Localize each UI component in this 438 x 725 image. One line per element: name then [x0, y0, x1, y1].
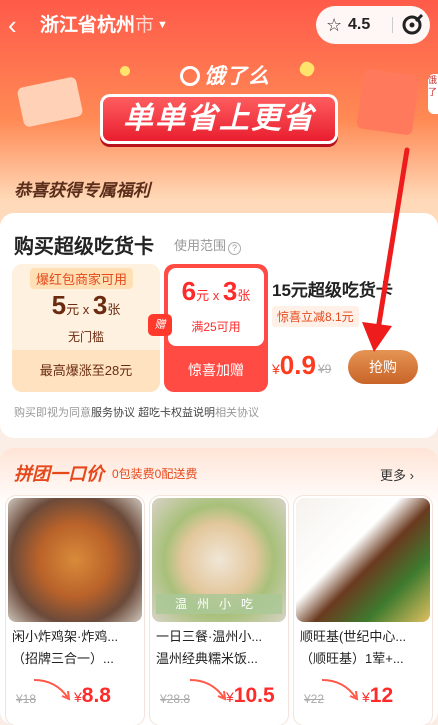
usage-range-link[interactable]: 使用范围? [174, 235, 242, 255]
mini-program-capsule: ☆ 4.5 [316, 6, 430, 44]
card-rights-link[interactable]: 超吃卡权益说明 [138, 407, 215, 419]
city-name: 浙江省杭州 [40, 15, 136, 36]
eleme-logo: 饿了么 [180, 60, 270, 90]
chevron-down-icon: ▼ [157, 19, 168, 31]
current-price: ¥0.9 [272, 350, 316, 380]
agreement-text: 购买即视为同意服务协议 超吃卡权益说明相关协议 [14, 407, 260, 419]
logo-text: 饿了么 [204, 65, 270, 88]
help-icon: ? [228, 242, 242, 255]
capsule-divider [392, 17, 393, 33]
group-deal-subtitle: 0包装费0配送费 [112, 467, 198, 481]
deal-name: 闲小炸鸡架·炸鸡... [12, 629, 119, 644]
side-float-tab[interactable]: 饿了 [428, 74, 438, 114]
price-drop-icon [33, 679, 71, 701]
price-drop-icon [321, 679, 359, 701]
coupon-pack: 爆红包商家可用 5元 x 3张 无门槛 最高爆涨至28元 赠 6元 x 3张 满… [12, 264, 268, 392]
food-image: 温州小吃 [152, 498, 286, 622]
deal-old-price: ¥28.8 [160, 692, 191, 706]
rating-value: 4.5 [348, 16, 371, 33]
confetti-decoration [118, 64, 132, 78]
gift-box-decoration [16, 76, 84, 128]
star-icon[interactable]: ☆ [326, 15, 342, 35]
coupon-bonus-body: 6元 x 3张 满25可用 [168, 268, 264, 346]
top-bar: ‹ 浙江省杭州市 ▼ ☆ 4.5 [0, 0, 438, 52]
deal-desc: （顺旺基）1荤+... [300, 651, 404, 666]
food-image [296, 498, 430, 622]
close-circle-icon[interactable] [400, 13, 424, 37]
hero-banner: 饿了么 单单省上更省 [0, 52, 438, 172]
deal-card[interactable]: 闲小炸鸡架·炸鸡... （招牌三合一）... ¥18 ¥8.8 [6, 496, 144, 725]
city-selector[interactable]: 浙江省杭州市 ▼ [40, 12, 168, 39]
food-image [8, 498, 142, 622]
logo-mark-icon [180, 66, 200, 86]
deal-desc: 温州经典糯米饭... [156, 651, 258, 666]
city-suffix: 市 [135, 15, 155, 36]
deal-name: 一日三餐·温州小... [156, 629, 263, 644]
more-link[interactable]: 更多 › [380, 465, 414, 484]
deal-card[interactable]: 温州小吃 一日三餐·温州小... 温州经典糯米饭... ¥28.8 ¥10.5 [150, 496, 288, 725]
welfare-title: 恭喜获得专属福利 [14, 181, 150, 200]
deal-price: ¥8.8 [74, 684, 111, 707]
original-price: ¥9 [318, 362, 332, 376]
gift-box-decoration [356, 68, 420, 136]
usage-range-label: 使用范围 [174, 238, 227, 253]
discount-badge: 惊喜立减8.1元 [272, 306, 359, 327]
slogan-banner: 单单省上更省 [100, 94, 338, 144]
coupon-no-threshold: 爆红包商家可用 5元 x 3张 无门槛 最高爆涨至28元 [12, 264, 160, 392]
group-deal-title: 拼团一口价 [14, 464, 104, 484]
coupon-condition: 无门槛 [67, 330, 104, 344]
price-drop-icon [189, 679, 227, 701]
coupon-footer: 惊喜加赠 [188, 362, 244, 378]
coupon-amount: 5元 x 3张 [51, 290, 121, 320]
back-icon[interactable]: ‹ [8, 12, 32, 38]
card-title: 购买超级吃货卡 [14, 236, 154, 258]
coupon-condition: 满25可用 [191, 320, 241, 334]
service-agreement-link[interactable]: 服务协议 [91, 407, 135, 419]
buy-button[interactable]: 抢购 [348, 350, 418, 384]
coupon-footer: 最高爆涨至28元 [12, 350, 160, 392]
gift-badge: 赠 [148, 314, 172, 336]
confetti-decoration [297, 59, 317, 79]
deal-price: ¥12 [362, 684, 394, 707]
deal-desc: （招牌三合一）... [12, 651, 114, 666]
deal-price: ¥10.5 [226, 684, 275, 707]
coupon-amount: 6元 x 3张 [181, 276, 251, 306]
coupon-bonus: 6元 x 3张 满25可用 惊喜加赠 [164, 264, 268, 392]
deal-name: 顺旺基(世纪中心... [300, 629, 407, 644]
image-ribbon: 温州小吃 [156, 594, 282, 614]
deal-card[interactable]: 顺旺基(世纪中心... （顺旺基）1荤+... ¥22 ¥12 [294, 496, 432, 725]
product-name: 15元超级吃货卡 [272, 281, 393, 300]
coupon-tag: 爆红包商家可用 [30, 268, 134, 289]
